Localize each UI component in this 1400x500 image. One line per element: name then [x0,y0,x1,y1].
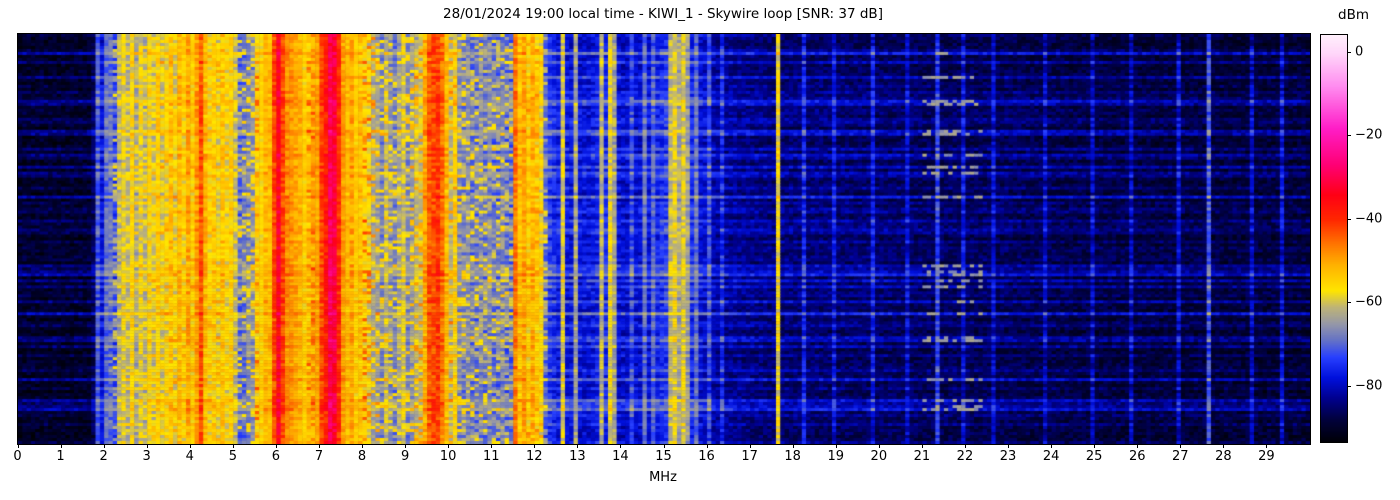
x-tick-label: 18 [784,449,801,464]
x-tick-label: 9 [400,449,410,464]
x-tick-mark [448,444,450,448]
x-tick-label: 15 [655,449,672,464]
colorbar-tick-label: −20 [1355,127,1383,143]
x-tick-mark [1223,444,1225,448]
x-tick-label: 6 [271,449,281,464]
colorbar-tick-mark [1347,135,1351,137]
x-tick-label: 25 [1085,449,1103,464]
x-tick-label: 24 [1042,449,1060,464]
colorbar-tick-label: −80 [1355,378,1383,394]
x-tick-mark [1180,444,1182,448]
x-tick-label: 14 [612,449,629,464]
x-tick-label: 19 [827,449,845,464]
x-tick-label: 17 [741,449,758,464]
x-tick-mark [620,444,622,448]
x-tick-mark [232,444,234,448]
colorbar-tick-label: 0 [1355,44,1364,60]
x-tick-label: 20 [870,449,888,464]
colorbar [1320,34,1348,443]
colorbar-gradient-canvas [1321,35,1347,442]
x-tick-label: 29 [1258,449,1275,464]
x-tick-mark [663,444,665,448]
x-tick-label: 21 [913,449,931,464]
x-tick-mark [835,444,837,448]
x-tick-label: 23 [999,449,1017,464]
x-tick-label: 22 [956,449,974,464]
colorbar-tick-mark [1347,302,1351,304]
colorbar-tick-mark [1347,385,1351,387]
x-tick-label: 0 [13,449,22,464]
x-tick-mark [275,444,277,448]
x-tick-mark [577,444,579,448]
x-tick-label: 13 [569,449,586,464]
x-tick-label: 8 [357,449,367,464]
x-tick-label: 12 [526,449,543,464]
x-tick-label: 27 [1172,449,1189,464]
x-tick-mark [1137,444,1139,448]
spectrogram-plot-area [17,33,1311,445]
x-tick-mark [878,444,880,448]
spectrogram-canvas [18,34,1310,444]
x-tick-label: 7 [314,449,324,464]
x-tick-label: 16 [698,449,715,464]
x-tick-mark [964,444,966,448]
x-tick-label: 5 [228,449,237,464]
x-tick-mark [491,444,493,448]
x-tick-mark [405,444,407,448]
x-tick-mark [189,444,191,448]
x-tick-mark [1051,444,1053,448]
x-tick-mark [921,444,923,448]
x-tick-label: 4 [185,449,194,464]
colorbar-tick-mark [1347,51,1351,53]
x-tick-mark [1008,444,1010,448]
x-tick-mark [792,444,794,448]
x-tick-mark [749,444,751,448]
x-tick-mark [146,444,148,448]
colorbar-tick-label: −60 [1355,294,1383,310]
spectrogram-figure: 28/01/2024 19:00 local time - KIWI_1 - S… [0,0,1400,500]
x-tick-mark [318,444,320,448]
x-tick-mark [1266,444,1268,448]
x-tick-label: 28 [1215,449,1232,464]
chart-title: 28/01/2024 19:00 local time - KIWI_1 - S… [443,6,883,22]
x-tick-label: 1 [56,449,65,464]
x-tick-mark [1094,444,1096,448]
x-tick-mark [103,444,105,448]
colorbar-tick-label: −40 [1355,211,1383,227]
x-tick-label: 3 [142,449,151,464]
x-tick-label: 26 [1128,449,1146,464]
x-axis-label: MHz [649,470,677,485]
x-tick-mark [534,444,536,448]
x-tick-mark [706,444,708,448]
x-tick-label: 2 [99,449,108,464]
x-tick-label: 11 [482,449,500,464]
colorbar-label: dBm [1338,7,1369,23]
x-tick-label: 10 [439,449,457,464]
x-tick-mark [60,444,62,448]
x-tick-mark [362,444,364,448]
colorbar-tick-mark [1347,218,1351,220]
x-tick-mark [17,444,19,448]
